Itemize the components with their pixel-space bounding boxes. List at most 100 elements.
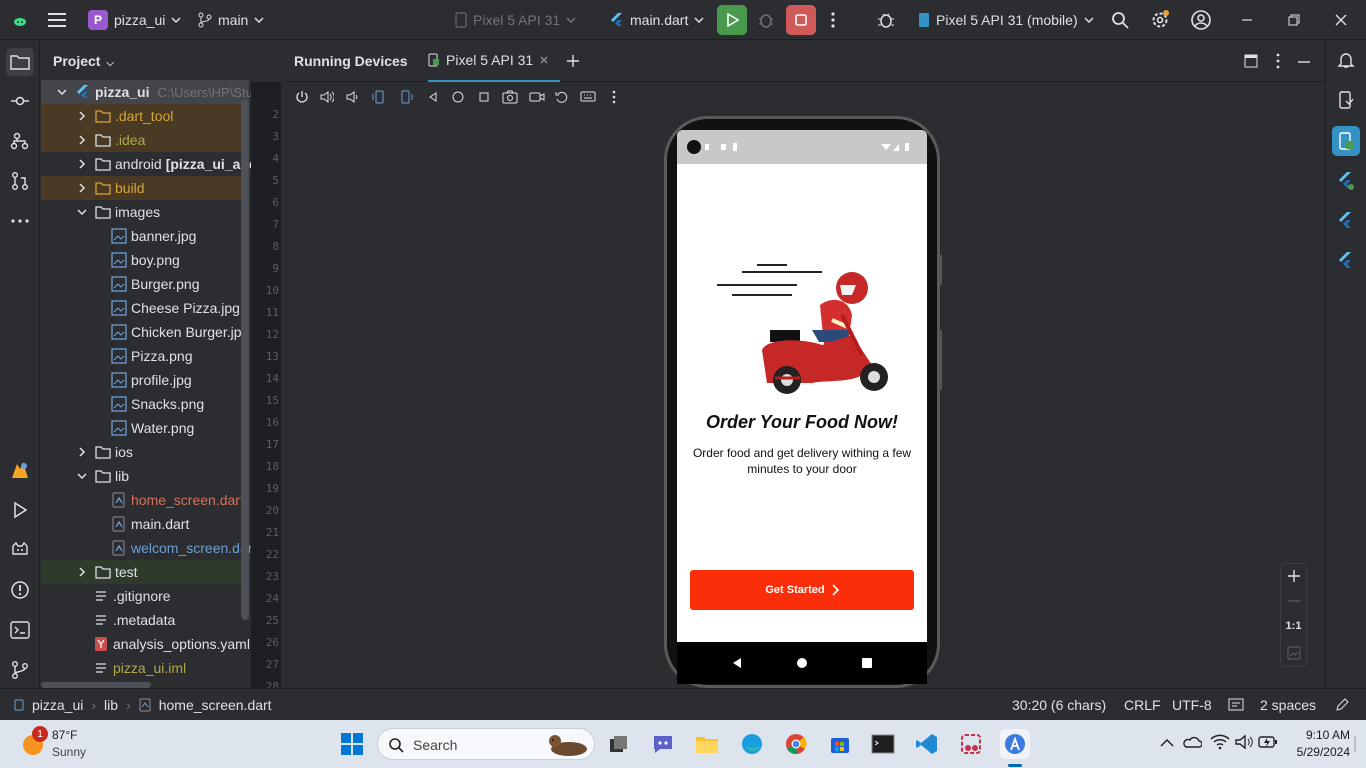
clock-time[interactable]: 9:10 AM: [1290, 728, 1350, 742]
main-menu-button[interactable]: [48, 0, 68, 40]
tree-item-snacks-png[interactable]: Snacks.png: [41, 392, 249, 416]
volume-down-icon[interactable]: [345, 90, 359, 104]
line-ending[interactable]: CRLF: [1124, 697, 1161, 713]
wifi-icon[interactable]: [1210, 734, 1230, 750]
tree-item-main-dart[interactable]: main.dart: [41, 512, 249, 536]
tree-item-lib[interactable]: lib: [41, 464, 249, 488]
volume-up-icon[interactable]: [320, 90, 334, 104]
tree-item-cheese-pizza-jpg[interactable]: Cheese Pizza.jpg: [41, 296, 249, 320]
run-config-selector[interactable]: main.dart: [610, 0, 704, 40]
chrome-browser-button[interactable]: [781, 729, 811, 759]
kebab-menu-icon[interactable]: [611, 90, 617, 104]
settings-button[interactable]: [1150, 0, 1170, 40]
breadcrumb-file[interactable]: home_screen.dart: [159, 697, 272, 713]
device-config-selector[interactable]: Pixel 5 API 31: [455, 0, 576, 40]
phone-volume-key[interactable]: [939, 330, 942, 390]
tree-item-banner-jpg[interactable]: banner.jpg: [41, 224, 249, 248]
terminal-app-button[interactable]: [868, 729, 898, 759]
problems-tool-button[interactable]: [8, 578, 32, 602]
minimize-window-button[interactable]: [1240, 0, 1254, 40]
notification-center-icon[interactable]: [1354, 735, 1364, 753]
panel-options-button[interactable]: [1275, 53, 1281, 69]
run-button[interactable]: [717, 0, 747, 40]
tree-vertical-scrollbar[interactable]: [241, 100, 249, 620]
edge-browser-button[interactable]: [737, 729, 767, 759]
zoom-fit-icon[interactable]: [1287, 646, 1301, 660]
flutter-outline-icon[interactable]: [1337, 211, 1355, 231]
tree-item-test[interactable]: test: [41, 560, 249, 584]
cursor-position[interactable]: 30:20 (6 chars): [1012, 697, 1106, 713]
tree-item-profile-jpg[interactable]: profile.jpg: [41, 368, 249, 392]
phone-power-key[interactable]: [939, 255, 942, 285]
panel-layout-button[interactable]: [1244, 54, 1258, 68]
tree-item-welcom-screen-dart[interactable]: welcom_screen.dart: [41, 536, 251, 560]
tree-item-ios[interactable]: ios: [41, 440, 249, 464]
flutter-performance-icon[interactable]: [1337, 251, 1355, 271]
close-tab-icon[interactable]: [539, 55, 549, 65]
device-tab[interactable]: Pixel 5 API 31: [428, 40, 560, 82]
app-quality-insights-button[interactable]: [8, 458, 32, 482]
tree-item-metadata[interactable]: .metadata: [41, 608, 249, 632]
device-manager-icon[interactable]: [1337, 91, 1355, 109]
tree-item-images[interactable]: images: [41, 200, 249, 224]
nav-recents-icon[interactable]: [861, 657, 873, 669]
indent-setting[interactable]: 2 spaces: [1260, 697, 1316, 713]
file-explorer-button[interactable]: [692, 729, 722, 759]
chat-app-button[interactable]: [648, 729, 678, 759]
zoom-actual-size-button[interactable]: 1:1: [1281, 620, 1306, 632]
screen-record-icon[interactable]: [529, 90, 545, 104]
logcat-tool-button[interactable]: [8, 538, 32, 562]
android-studio-button[interactable]: [1000, 729, 1030, 759]
terminal-tool-button[interactable]: [8, 618, 32, 642]
nav-back-icon[interactable]: [731, 657, 743, 669]
project-panel-header[interactable]: Project ⌵: [53, 53, 114, 69]
breadcrumb-folder[interactable]: lib: [104, 697, 118, 713]
add-device-tab-button[interactable]: [565, 53, 581, 69]
more-actions-button[interactable]: [830, 0, 836, 40]
tree-item-pizza-png[interactable]: Pizza.png: [41, 344, 249, 368]
tree-item-boy-png[interactable]: boy.png: [41, 248, 249, 272]
project-tool-button[interactable]: [6, 48, 34, 76]
breadcrumb-project[interactable]: pizza_ui: [32, 697, 83, 713]
pull-requests-tool-button[interactable]: [8, 169, 32, 193]
screenshot-icon[interactable]: [502, 90, 518, 104]
tree-item-android[interactable]: android[pizza_ui_andr...: [41, 152, 251, 176]
clock-date[interactable]: 5/29/2024: [1280, 745, 1350, 759]
tree-item-analysis-options-yaml[interactable]: analysis_options.yaml: [41, 632, 250, 656]
hide-panel-button[interactable]: [1297, 60, 1311, 64]
notifications-icon[interactable]: [1337, 51, 1355, 69]
store-button[interactable]: [825, 729, 855, 759]
snipping-tool-button[interactable]: [956, 729, 986, 759]
run-tool-button[interactable]: [8, 498, 32, 522]
battery-icon[interactable]: [1258, 734, 1278, 750]
version-control-tool-button[interactable]: [8, 658, 32, 682]
flutter-inspector-icon[interactable]: [1337, 171, 1355, 191]
account-button[interactable]: [1190, 0, 1212, 40]
target-device-selector[interactable]: Pixel 5 API 31 (mobile): [918, 0, 1094, 40]
overview-icon[interactable]: [477, 90, 491, 104]
more-tools-button[interactable]: [8, 209, 32, 233]
start-button[interactable]: [337, 729, 367, 759]
power-icon[interactable]: [295, 90, 309, 104]
restore-window-button[interactable]: [1287, 0, 1301, 40]
tree-item-water-png[interactable]: Water.png: [41, 416, 249, 440]
back-icon[interactable]: [426, 90, 440, 104]
close-window-button[interactable]: [1334, 0, 1348, 40]
speaker-icon[interactable]: [1234, 734, 1254, 750]
phone-screen[interactable]: Order Your Food Now! Order food and get …: [677, 130, 927, 684]
branch-selector[interactable]: main: [198, 0, 264, 40]
rotate-left-icon[interactable]: [372, 90, 386, 104]
zoom-out-icon[interactable]: [1287, 594, 1301, 608]
home-icon[interactable]: [451, 90, 465, 104]
keyboard-icon[interactable]: [580, 90, 596, 104]
running-devices-tool-button[interactable]: [1332, 126, 1360, 156]
rotate-right-icon[interactable]: [399, 90, 413, 104]
lock-edit-icon[interactable]: [1335, 698, 1349, 712]
tree-item-build[interactable]: build: [41, 176, 249, 200]
tree-root-pizza-ui[interactable]: pizza_ui C:\Users\HP\Stu...: [41, 80, 251, 104]
tree-item-home-screen-dart[interactable]: home_screen.dart: [41, 488, 249, 512]
commit-tool-button[interactable]: [8, 89, 32, 113]
project-selector[interactable]: P pizza_ui: [88, 0, 181, 40]
tree-item-chicken-burger-jpg[interactable]: Chicken Burger.jpg: [41, 320, 249, 344]
readonly-toggle-icon[interactable]: [1228, 698, 1244, 712]
